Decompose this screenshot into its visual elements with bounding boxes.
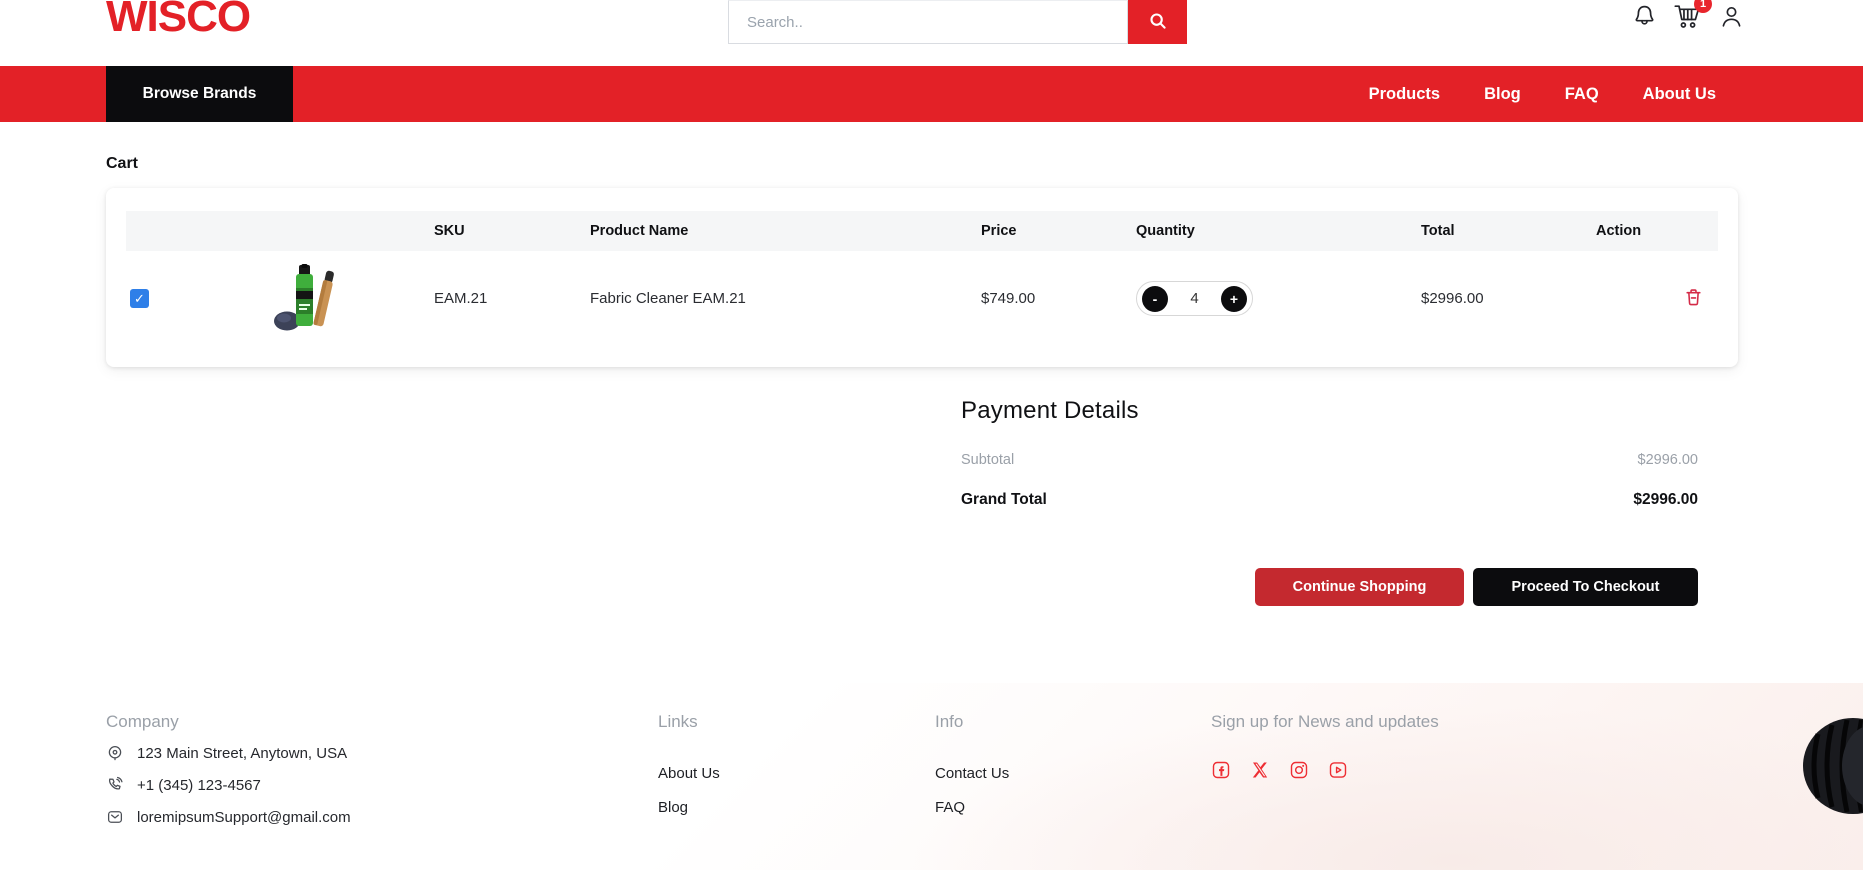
delete-item-button[interactable] <box>1683 287 1704 311</box>
nav-link-blog[interactable]: Blog <box>1484 85 1521 104</box>
footer-link-blog[interactable]: Blog <box>658 799 720 818</box>
decrease-quantity-button[interactable]: - <box>1142 286 1168 312</box>
trash-icon <box>1683 287 1704 311</box>
footer-links-column: Links About Us Blog <box>658 712 720 818</box>
product-image <box>196 264 416 334</box>
search-icon <box>1147 10 1169 35</box>
notifications-bell-icon[interactable] <box>1631 3 1658 30</box>
footer-link-contact-us[interactable]: Contact Us <box>935 765 1009 784</box>
cart-card: SKU Product Name Price Quantity Total Ac… <box>106 188 1738 367</box>
email-icon <box>106 808 124 826</box>
cart-actions: Continue Shopping Proceed To Checkout <box>961 568 1698 606</box>
grand-total-label: Grand Total <box>961 491 1047 509</box>
nav-links: Products Blog FAQ About Us <box>1369 66 1716 122</box>
footer-links-heading: Links <box>658 712 720 732</box>
column-header-price: Price <box>976 223 1136 239</box>
nav-link-about-us[interactable]: About Us <box>1643 85 1716 104</box>
cart-page: WISCO <box>0 0 1863 870</box>
footer-info-column: Info Contact Us FAQ <box>935 712 1009 818</box>
search-input[interactable] <box>728 0 1128 44</box>
item-name: Fabric Cleaner EAM.21 <box>586 290 976 307</box>
column-header-action: Action <box>1596 223 1718 239</box>
quantity-stepper[interactable]: - 4 + <box>1136 281 1253 316</box>
item-select-checkbox[interactable] <box>130 289 149 308</box>
footer-address: 123 Main Street, Anytown, USA <box>106 742 351 764</box>
grand-total-value: $2996.00 <box>1633 491 1698 509</box>
tire-decoration-image <box>1798 676 1863 826</box>
x-twitter-icon[interactable] <box>1250 760 1270 780</box>
footer-info-heading: Info <box>935 712 1009 732</box>
search-bar <box>728 0 1187 44</box>
facebook-icon[interactable] <box>1211 760 1231 780</box>
instagram-icon[interactable] <box>1289 760 1309 780</box>
nav-link-faq[interactable]: FAQ <box>1565 85 1599 104</box>
subtotal-value: $2996.00 <box>1638 452 1698 468</box>
item-price: $749.00 <box>976 290 1136 307</box>
main-nav: Browse Brands Products Blog FAQ About Us <box>0 66 1863 122</box>
footer-phone-text: +1 (345) 123-4567 <box>137 777 261 794</box>
cart-item-row: EAM.21 Fabric Cleaner EAM.21 $749.00 - 4… <box>126 251 1718 346</box>
footer-link-about-us[interactable]: About Us <box>658 765 720 784</box>
column-header-sku: SKU <box>416 223 586 239</box>
youtube-icon[interactable] <box>1328 760 1348 780</box>
phone-icon <box>106 776 124 794</box>
proceed-to-checkout-button[interactable]: Proceed To Checkout <box>1473 568 1698 606</box>
footer-company-heading: Company <box>106 712 351 732</box>
cart-count-badge: 1 <box>1694 0 1712 13</box>
header-icons: 1 <box>1631 2 1745 30</box>
footer-email-text: loremipsumSupport@gmail.com <box>137 809 351 826</box>
shopping-cart-icon[interactable]: 1 <box>1673 2 1703 30</box>
main-content: Cart SKU Product Name Price Quantity Tot… <box>0 122 1863 606</box>
location-pin-icon <box>106 744 124 762</box>
footer: Company 123 Main Street, Anytown, USA <box>0 683 1863 870</box>
footer-email: loremipsumSupport@gmail.com <box>106 806 351 828</box>
subtotal-row: Subtotal $2996.00 <box>961 452 1698 470</box>
footer-address-text: 123 Main Street, Anytown, USA <box>137 745 347 762</box>
payment-details-section: Payment Details Subtotal $2996.00 Grand … <box>961 397 1698 606</box>
subtotal-label: Subtotal <box>961 452 1014 468</box>
top-header: WISCO <box>0 0 1863 66</box>
column-header-product-name: Product Name <box>586 223 976 239</box>
column-header-total: Total <box>1416 223 1596 239</box>
continue-shopping-button[interactable]: Continue Shopping <box>1255 568 1464 606</box>
browse-brands-button[interactable]: Browse Brands <box>106 66 293 122</box>
nav-link-products[interactable]: Products <box>1369 85 1441 104</box>
footer-phone: +1 (345) 123-4567 <box>106 774 351 796</box>
page-title: Cart <box>106 155 1863 173</box>
brand-logo[interactable]: WISCO <box>106 0 250 42</box>
item-sku: EAM.21 <box>416 290 586 307</box>
column-header-quantity: Quantity <box>1136 223 1416 239</box>
cart-table-header: SKU Product Name Price Quantity Total Ac… <box>126 211 1718 251</box>
footer-newsletter-heading: Sign up for News and updates <box>1211 712 1439 732</box>
grand-total-row: Grand Total $2996.00 <box>961 491 1698 510</box>
social-links <box>1211 760 1439 780</box>
user-account-icon[interactable] <box>1718 3 1745 30</box>
footer-company-column: Company 123 Main Street, Anytown, USA <box>106 712 351 828</box>
search-button[interactable] <box>1128 0 1187 44</box>
item-total: $2996.00 <box>1416 290 1596 307</box>
increase-quantity-button[interactable]: + <box>1221 286 1247 312</box>
footer-link-faq[interactable]: FAQ <box>935 799 1009 818</box>
payment-details-title: Payment Details <box>961 397 1698 425</box>
footer-newsletter-column: Sign up for News and updates <box>1211 712 1439 780</box>
quantity-value: 4 <box>1190 290 1198 307</box>
